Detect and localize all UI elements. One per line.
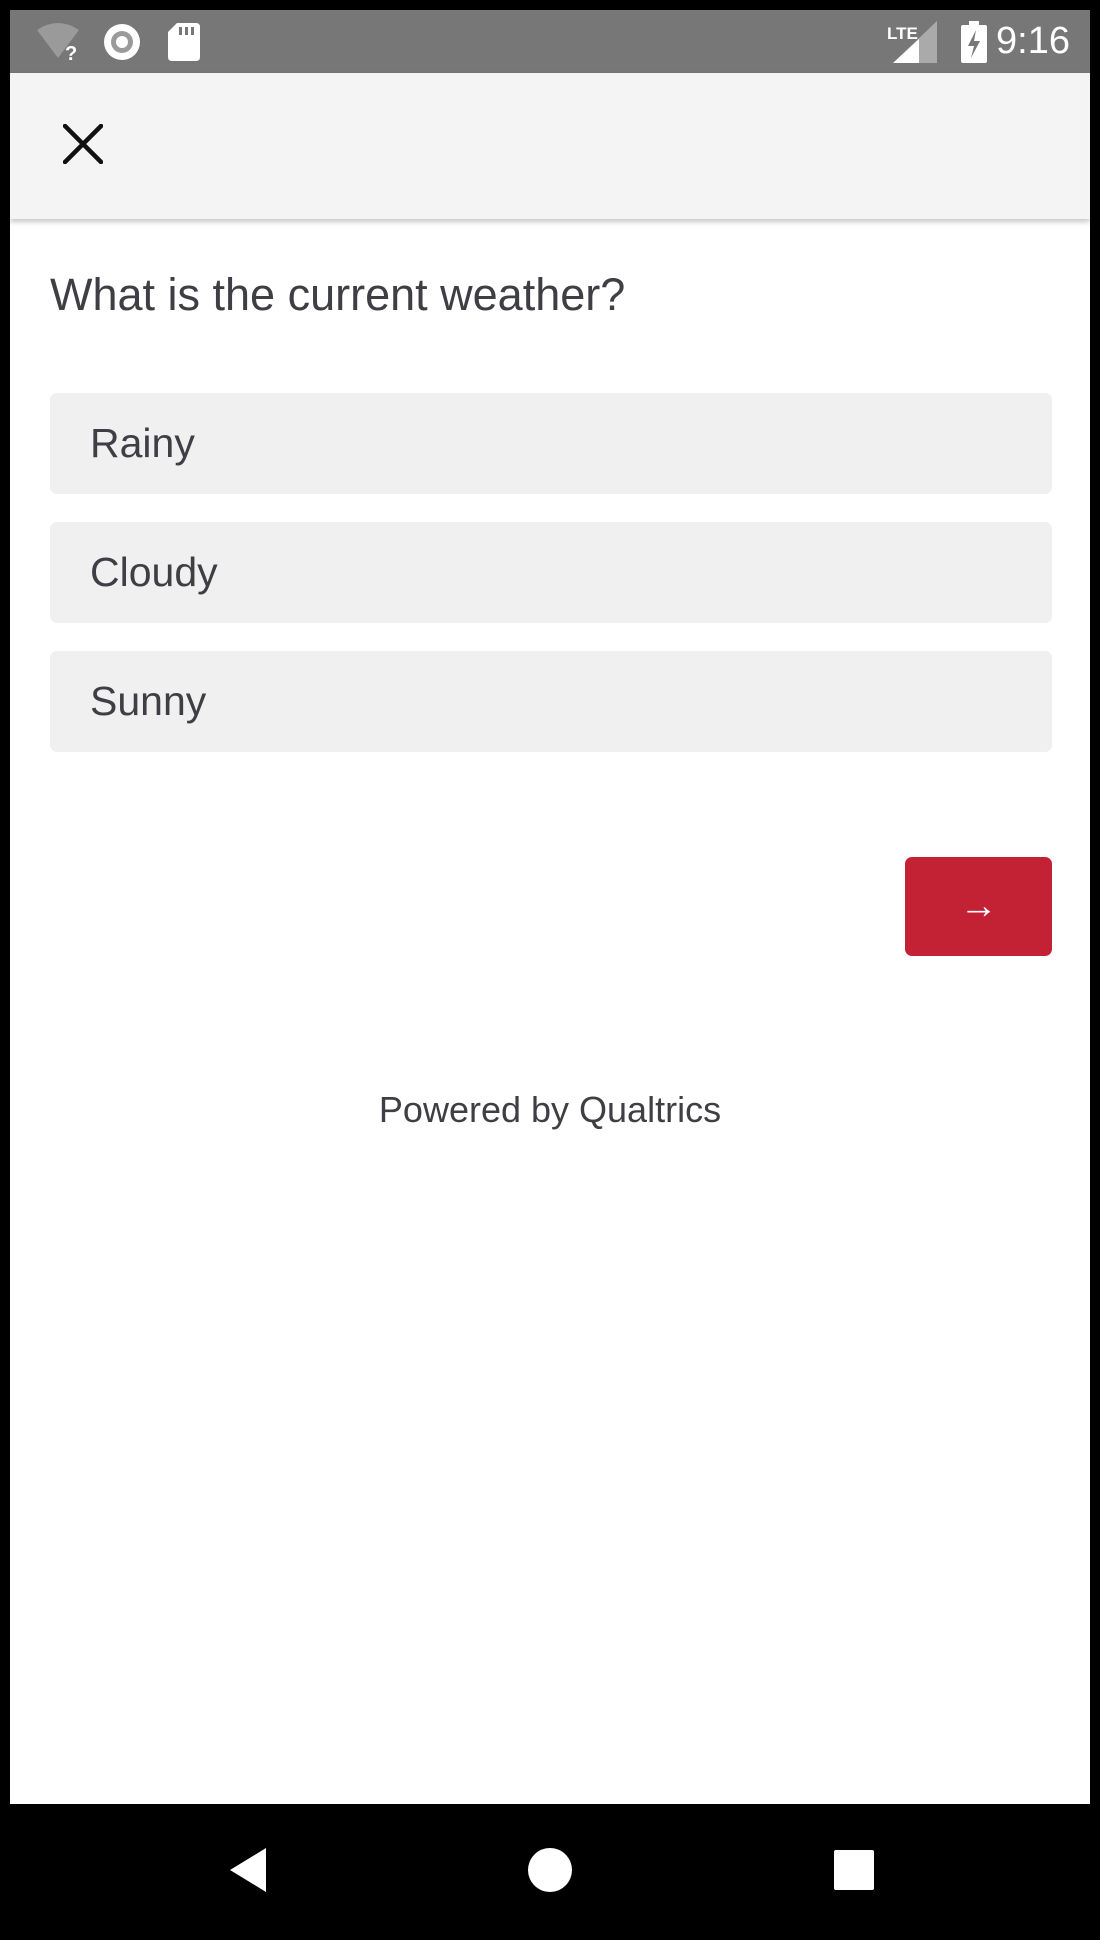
close-button[interactable] [50,113,116,179]
choice-sunny[interactable]: Sunny [50,651,1052,752]
choice-label: Rainy [90,420,195,466]
recents-icon [833,1849,875,1896]
arrow-right-icon: → [959,885,998,927]
lte-signal-icon: LTE [883,10,943,73]
choice-label: Sunny [90,678,207,724]
svg-text:?: ? [65,43,77,62]
choice-cloudy[interactable]: Cloudy [50,522,1052,623]
next-button[interactable]: → [905,857,1052,956]
close-icon [61,122,105,169]
survey-screen: ? LTE 9:16 What is the current weather? … [10,10,1090,1804]
recents-button[interactable] [806,1804,902,1940]
powered-by-footer: Powered by Qualtrics [378,1089,722,1130]
home-icon [527,1847,573,1898]
record-icon [100,10,144,73]
status-time: 9:16 [996,20,1070,62]
sd-card-icon [164,10,204,73]
choice-label: Cloudy [90,549,218,595]
status-bar: ? LTE 9:16 [10,10,1090,73]
home-button[interactable] [502,1804,598,1940]
choice-rainy[interactable]: Rainy [50,393,1052,494]
svg-text:LTE: LTE [887,24,918,43]
battery-charging-icon [956,10,992,73]
wifi-unknown-icon: ? [34,10,82,73]
back-icon [226,1846,270,1899]
survey-content: What is the current weather? Rainy Cloud… [10,219,1090,1804]
navigation-bar [0,1804,1100,1940]
app-bar [10,73,1090,219]
back-button[interactable] [200,1804,296,1940]
question-text: What is the current weather? [50,269,626,320]
